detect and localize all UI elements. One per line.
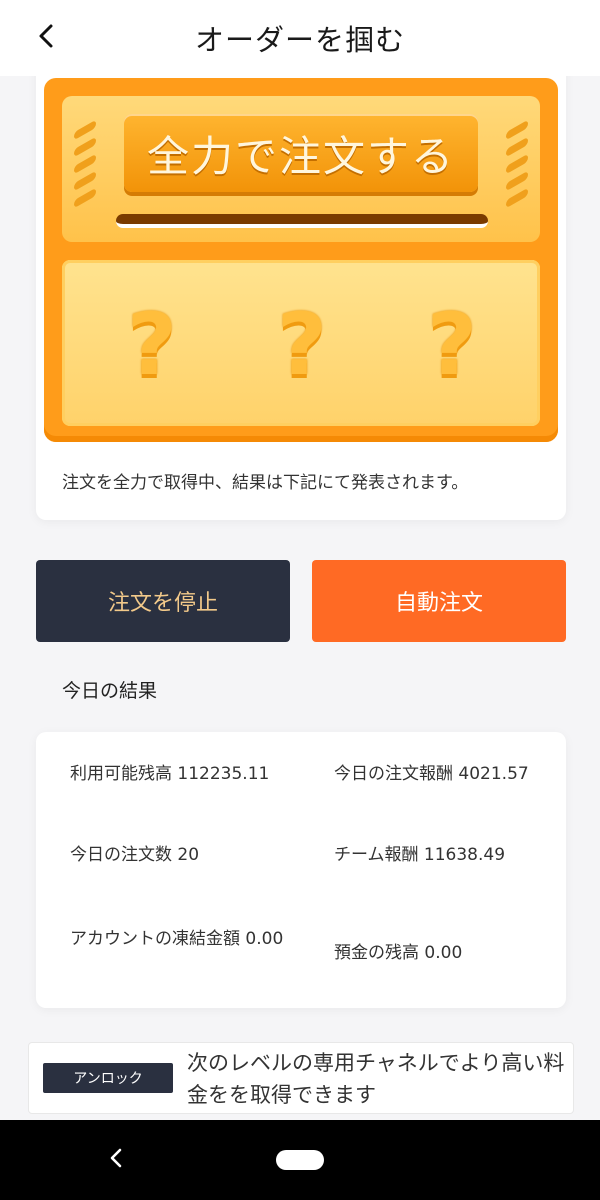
order-machine-card: 全力で注文する ? ? ? 注文を全力で取得中、結果は下記にて発表されます。 [36,60,566,520]
auto-order-button[interactable]: 自動注文 [312,560,566,642]
question-mark-icon: ? [127,295,177,395]
nav-home-pill-icon[interactable] [276,1150,324,1170]
unlock-banner: アンロック 次のレベルの専用チャネルでより高い料金をを取得できます [28,1042,574,1114]
nav-back-icon [108,1147,124,1173]
back-button[interactable] [26,18,66,58]
left-stripes-decoration [74,119,98,211]
question-mark-icon: ? [277,295,327,395]
nav-back-button[interactable] [98,1142,134,1178]
deposit-balance: 預金の残高 0.00 [334,943,463,963]
stop-order-button[interactable]: 注文を停止 [36,560,290,642]
today-results-title: 今日の結果 [62,680,158,702]
result-reels-panel: ? ? ? [62,260,540,426]
unlock-button[interactable]: アンロック [43,1063,173,1093]
today-order-reward: 今日の注文報酬 4021.57 [334,764,529,784]
full-order-button[interactable]: 全力で注文する [124,114,478,192]
frozen-amount: アカウントの凍結金額 0.00 [70,929,284,949]
full-order-button-label: 全力で注文する [146,131,455,181]
team-reward: チーム報酬 11638.49 [334,845,506,865]
available-balance: 利用可能残高 112235.11 [70,764,270,784]
question-mark-icon: ? [427,295,477,395]
ticket-slot [116,214,488,228]
order-machine: 全力で注文する ? ? ? [44,78,558,442]
chevron-left-icon [36,23,56,53]
unlock-description: 次のレベルの専用チャネルでより高い料金をを取得できます [187,1051,565,1107]
system-navigation-bar [0,1120,600,1200]
today-order-count: 今日の注文数 20 [70,845,200,865]
today-results-card: 利用可能残高 112235.11 今日の注文報酬 4021.57 今日の注文数 … [36,732,566,1008]
machine-top-panel: 全力で注文する [62,96,540,242]
machine-description: 注文を全力で取得中、結果は下記にて発表されます。 [62,473,469,493]
right-stripes-decoration [506,119,530,211]
app-header: オーダーを掴む [0,0,600,76]
page-title: オーダーを掴む [194,23,405,57]
